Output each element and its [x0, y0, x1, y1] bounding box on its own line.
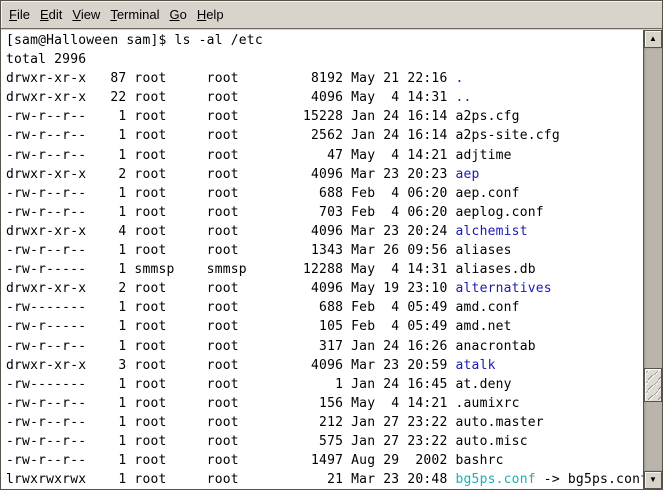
file-row: -rw-r----- 1 root root 105 Feb 4 05:49 a…: [6, 317, 643, 336]
symlink-target: -> bg5ps.conf: [536, 472, 643, 487]
file-meta: -rw-r--r-- 1 root root 575 Jan 27 23:22: [6, 434, 456, 449]
arrow-up-icon: ▲: [649, 35, 657, 43]
file-name: anacrontab: [456, 339, 536, 354]
file-meta: -rw-r--r-- 1 root root 688 Feb 4 06:20: [6, 186, 456, 201]
file-name: amd.conf: [456, 300, 520, 315]
terminal-window: FileEditViewTerminalGoHelp [sam@Hallowee…: [0, 0, 663, 490]
file-meta: -rw-r--r-- 1 root root 2562 Jan 24 16:14: [6, 128, 456, 143]
file-meta: -rw-r--r-- 1 root root 1497 Aug 29 2002: [6, 453, 456, 468]
file-row: -rw-r--r-- 1 root root 156 May 4 14:21 .…: [6, 394, 643, 413]
file-row: -rw-r--r-- 1 root root 2562 Jan 24 16:14…: [6, 126, 643, 145]
file-meta: drwxr-xr-x 3 root root 4096 Mar 23 20:59: [6, 358, 456, 373]
file-name: aep.conf: [456, 186, 520, 201]
scrollbar-trough[interactable]: [644, 48, 662, 471]
file-row: lrwxrwxrwx 1 root root 21 Mar 23 20:48 b…: [6, 470, 643, 489]
file-row: -rw------- 1 root root 1 Jan 24 16:45 at…: [6, 375, 643, 394]
file-name: aliases: [456, 243, 512, 258]
file-row: -rw-r--r-- 1 root root 1497 Aug 29 2002 …: [6, 451, 643, 470]
scroll-down-button[interactable]: ▼: [644, 471, 662, 489]
arrow-down-icon: ▼: [649, 476, 657, 484]
file-row: drwxr-xr-x 2 root root 4096 May 19 23:10…: [6, 279, 643, 298]
file-name: a2ps.cfg: [456, 109, 520, 124]
menu-item-view[interactable]: View: [67, 2, 105, 27]
file-meta: drwxr-xr-x 4 root root 4096 Mar 23 20:24: [6, 224, 456, 239]
file-name: aeplog.conf: [456, 205, 544, 220]
file-name: auto.master: [456, 415, 544, 430]
file-row: -rw-r--r-- 1 root root 212 Jan 27 23:22 …: [6, 413, 643, 432]
file-row: -rw-r--r-- 1 root root 703 Feb 4 06:20 a…: [6, 203, 643, 222]
file-meta: drwxr-xr-x 2 root root 4096 May 19 23:10: [6, 281, 456, 296]
file-name: ..: [456, 90, 472, 105]
terminal-output[interactable]: [sam@Halloween sam]$ ls -al /etctotal 29…: [1, 30, 643, 489]
file-meta: lrwxrwxrwx 1 root root 21 Mar 23 20:48: [6, 472, 456, 487]
file-row: drwxr-xr-x 4 root root 4096 Mar 23 20:24…: [6, 222, 643, 241]
file-row: -rw-r--r-- 1 root root 15228 Jan 24 16:1…: [6, 107, 643, 126]
file-row: -rw-r--r-- 1 root root 1343 Mar 26 09:56…: [6, 241, 643, 260]
file-name: .: [456, 71, 464, 86]
file-meta: drwxr-xr-x 22 root root 4096 May 4 14:31: [6, 90, 456, 105]
file-meta: -rw-r--r-- 1 root root 317 Jan 24 16:26: [6, 339, 456, 354]
scrollbar[interactable]: ▲ ▼: [643, 30, 662, 489]
file-row: -rw-r--r-- 1 root root 688 Feb 4 06:20 a…: [6, 184, 643, 203]
prompt-line: [sam@Halloween sam]$ ls -al /etc: [6, 31, 643, 50]
file-meta: -rw-r--r-- 1 root root 1343 Mar 26 09:56: [6, 243, 456, 258]
file-row: drwxr-xr-x 3 root root 4096 Mar 23 20:59…: [6, 356, 643, 375]
total-line: total 2996: [6, 50, 643, 69]
file-meta: -rw-r--r-- 1 root root 47 May 4 14:21: [6, 148, 456, 163]
file-row: drwxr-xr-x 22 root root 4096 May 4 14:31…: [6, 88, 643, 107]
file-row: drwxr-xr-x 87 root root 8192 May 21 22:1…: [6, 69, 643, 88]
menu-item-edit[interactable]: Edit: [35, 2, 67, 27]
file-meta: -rw-r----- 1 smmsp smmsp 12288 May 4 14:…: [6, 262, 456, 277]
file-name: aep: [456, 167, 480, 182]
file-meta: -rw-r----- 1 root root 105 Feb 4 05:49: [6, 319, 456, 334]
menu-item-file[interactable]: File: [4, 2, 35, 27]
file-meta: -rw-r--r-- 1 root root 212 Jan 27 23:22: [6, 415, 456, 430]
file-row: drwxr-xr-x 2 root root 4096 Mar 23 20:23…: [6, 165, 643, 184]
file-row: -rw-r--r-- 1 root root 317 Jan 24 16:26 …: [6, 337, 643, 356]
menu-item-terminal[interactable]: Terminal: [105, 2, 164, 27]
scroll-up-button[interactable]: ▲: [644, 30, 662, 48]
file-name: aliases.db: [456, 262, 536, 277]
file-meta: -rw-r--r-- 1 root root 15228 Jan 24 16:1…: [6, 109, 456, 124]
file-name: at.deny: [456, 377, 512, 392]
file-meta: drwxr-xr-x 87 root root 8192 May 21 22:1…: [6, 71, 456, 86]
file-meta: -rw------- 1 root root 1 Jan 24 16:45: [6, 377, 456, 392]
file-name: bashrc: [456, 453, 504, 468]
file-meta: -rw-r--r-- 1 root root 156 May 4 14:21: [6, 396, 456, 411]
file-row: -rw------- 1 root root 688 Feb 4 05:49 a…: [6, 298, 643, 317]
menu-item-help[interactable]: Help: [192, 2, 229, 27]
menu-bar: FileEditViewTerminalGoHelp: [1, 1, 662, 29]
file-name: alternatives: [456, 281, 552, 296]
file-meta: drwxr-xr-x 2 root root 4096 Mar 23 20:23: [6, 167, 456, 182]
file-name: a2ps-site.cfg: [456, 128, 560, 143]
menu-item-go[interactable]: Go: [164, 2, 191, 27]
file-name: adjtime: [456, 148, 512, 163]
file-name: auto.misc: [456, 434, 528, 449]
file-name: bg5ps.conf: [456, 472, 536, 487]
file-meta: -rw------- 1 root root 688 Feb 4 05:49: [6, 300, 456, 315]
file-name: amd.net: [456, 319, 512, 334]
file-name: .aumixrc: [456, 396, 520, 411]
file-name: atalk: [456, 358, 496, 373]
terminal-content: [sam@Halloween sam]$ ls -al /etctotal 29…: [1, 30, 662, 489]
file-row: -rw-r--r-- 1 root root 575 Jan 27 23:22 …: [6, 432, 643, 451]
file-row: -rw-r----- 1 smmsp smmsp 12288 May 4 14:…: [6, 260, 643, 279]
file-name: alchemist: [456, 224, 528, 239]
scrollbar-thumb[interactable]: [644, 368, 662, 402]
file-row: -rw-r--r-- 1 root root 47 May 4 14:21 ad…: [6, 146, 643, 165]
file-meta: -rw-r--r-- 1 root root 703 Feb 4 06:20: [6, 205, 456, 220]
